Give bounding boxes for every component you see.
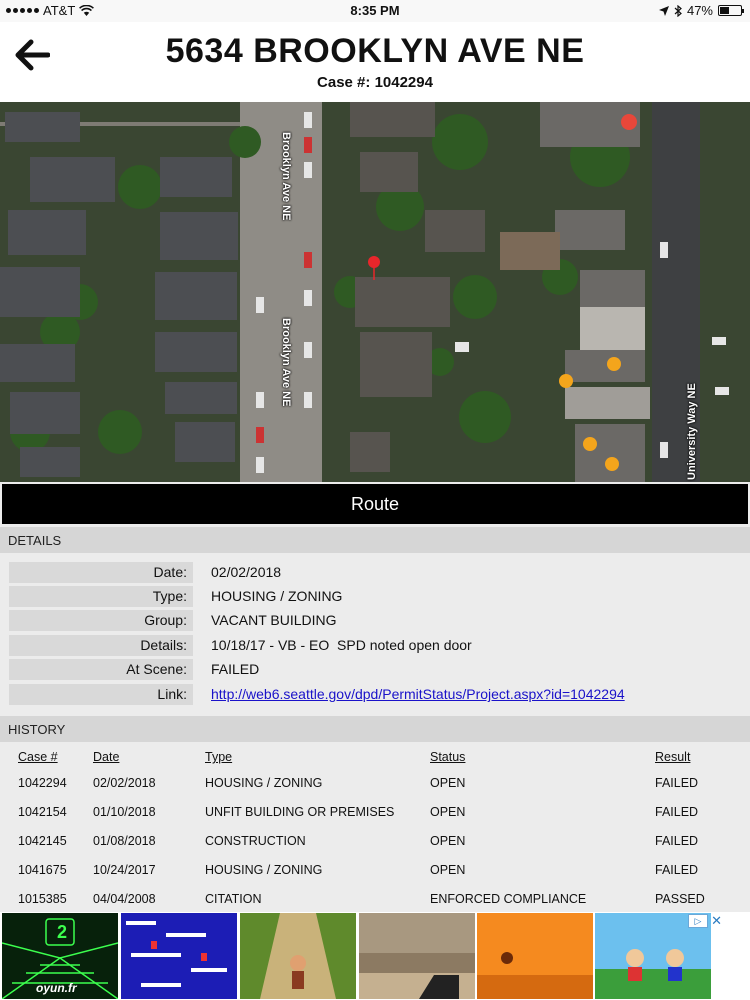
route-button[interactable]: Route <box>2 484 748 524</box>
detail-label: Date: <box>9 562 193 583</box>
ad-tile-racing-game[interactable]: 2 oyun.fr <box>2 913 118 999</box>
cell-type: CITATION <box>205 892 262 906</box>
detail-label: Link: <box>9 684 193 705</box>
street-label-brooklyn-top: Brooklyn Ave NE <box>280 132 292 221</box>
cell-case-number: 1015385 <box>18 892 67 906</box>
cell-case-number: 1042154 <box>18 805 67 819</box>
ad-tile-shooter-game[interactable] <box>359 913 475 999</box>
battery-icon <box>718 5 744 16</box>
ad-game-graphic <box>121 913 237 999</box>
street-label-university-way: University Way NE <box>686 383 698 480</box>
cell-case-number: 1042145 <box>18 834 67 848</box>
status-right: 47% <box>658 3 744 18</box>
status-time: 8:35 PM <box>350 3 400 18</box>
ad-tile-arcade-game[interactable] <box>121 913 237 999</box>
cell-result: FAILED <box>655 863 699 877</box>
cell-result: FAILED <box>655 805 699 819</box>
cell-date: 01/08/2018 <box>93 834 156 848</box>
detail-row-type: Type: HOUSING / ZONING <box>0 586 750 610</box>
cell-date: 01/10/2018 <box>93 805 156 819</box>
detail-value: VACANT BUILDING <box>211 612 337 628</box>
case-number: Case #: 1042294 <box>317 74 433 91</box>
page-title: 5634 BROOKLYN AVE NE <box>165 32 585 70</box>
battery-fill <box>720 7 730 14</box>
detail-label: Group: <box>9 610 193 631</box>
app-screen: AT&T 8:35 PM 47% 5634 BROOKLYN AVE NE Ca… <box>0 0 750 1000</box>
cell-status: OPEN <box>430 805 466 819</box>
ad-game-graphic <box>477 913 593 999</box>
cell-date: 02/02/2018 <box>93 776 156 790</box>
detail-row-link: Link: http://web6.seattle.gov/dpd/Permit… <box>0 684 750 708</box>
cell-result: PASSED <box>655 892 705 906</box>
detail-row-group: Group: VACANT BUILDING <box>0 610 750 634</box>
bluetooth-icon <box>674 4 682 17</box>
street-label-brooklyn-bottom: Brooklyn Ave NE <box>280 318 292 407</box>
ad-tile-basketball-game[interactable] <box>477 913 593 999</box>
cell-status: OPEN <box>430 863 466 877</box>
cell-type: CONSTRUCTION <box>205 834 306 848</box>
column-header-status[interactable]: Status <box>430 750 465 764</box>
column-header-type[interactable]: Type <box>205 750 232 764</box>
cell-type: HOUSING / ZONING <box>205 776 323 790</box>
ad-game-graphic <box>240 913 356 999</box>
status-bar: AT&T 8:35 PM 47% <box>0 0 750 22</box>
cell-case-number: 1041675 <box>18 863 67 877</box>
cell-status: OPEN <box>430 776 466 790</box>
detail-value: 02/02/2018 <box>211 564 282 580</box>
adchoices-icon[interactable]: ▷ <box>688 914 708 928</box>
ad-banner[interactable]: 2 oyun.fr <box>0 912 750 1000</box>
column-header-case[interactable]: Case # <box>18 750 58 764</box>
detail-value: 10/18/17 - VB - EO SPD noted open door <box>211 637 472 653</box>
location-arrow-icon <box>658 5 669 16</box>
detail-value: HOUSING / ZONING <box>211 588 343 604</box>
column-header-result[interactable]: Result <box>655 750 690 764</box>
cell-case-number: 1042294 <box>18 776 67 790</box>
detail-row-date: Date: 02/02/2018 <box>0 562 750 586</box>
permit-status-link[interactable]: http://web6.seattle.gov/dpd/PermitStatus… <box>211 684 625 705</box>
satellite-map[interactable]: Brooklyn Ave NE Brooklyn Ave NE Universi… <box>0 102 750 482</box>
detail-row-details: Details: 10/18/17 - VB - EO SPD noted op… <box>0 635 750 659</box>
cell-status: OPEN <box>430 834 466 848</box>
cell-type: HOUSING / ZONING <box>205 863 323 877</box>
cell-status: ENFORCED COMPLIANCE <box>430 892 587 906</box>
column-header-date[interactable]: Date <box>93 750 119 764</box>
detail-value: FAILED <box>211 661 260 677</box>
map-imagery <box>0 102 750 482</box>
detail-row-at-scene: At Scene: FAILED <box>0 659 750 683</box>
details-section-header: DETAILS <box>0 527 750 553</box>
ad-game-graphic <box>359 913 475 999</box>
cell-type: UNFIT BUILDING OR PREMISES <box>205 805 395 819</box>
cell-date: 04/04/2008 <box>93 892 156 906</box>
cell-result: FAILED <box>655 776 699 790</box>
detail-label: Type: <box>9 586 193 607</box>
history-section-header: HISTORY <box>0 716 750 742</box>
header: 5634 BROOKLYN AVE NE Case #: 1042294 <box>0 22 750 102</box>
detail-label: At Scene: <box>9 659 193 680</box>
detail-label: Details: <box>9 635 193 656</box>
ad-brand-text: oyun.fr <box>36 981 77 995</box>
ad-close-button[interactable]: ✕ <box>711 913 722 929</box>
battery-percent: 47% <box>686 3 713 18</box>
cell-date: 10/24/2017 <box>93 863 156 877</box>
ad-number: 2 <box>57 922 68 942</box>
ad-tile-runner-game[interactable] <box>240 913 356 999</box>
cell-result: FAILED <box>655 834 699 848</box>
